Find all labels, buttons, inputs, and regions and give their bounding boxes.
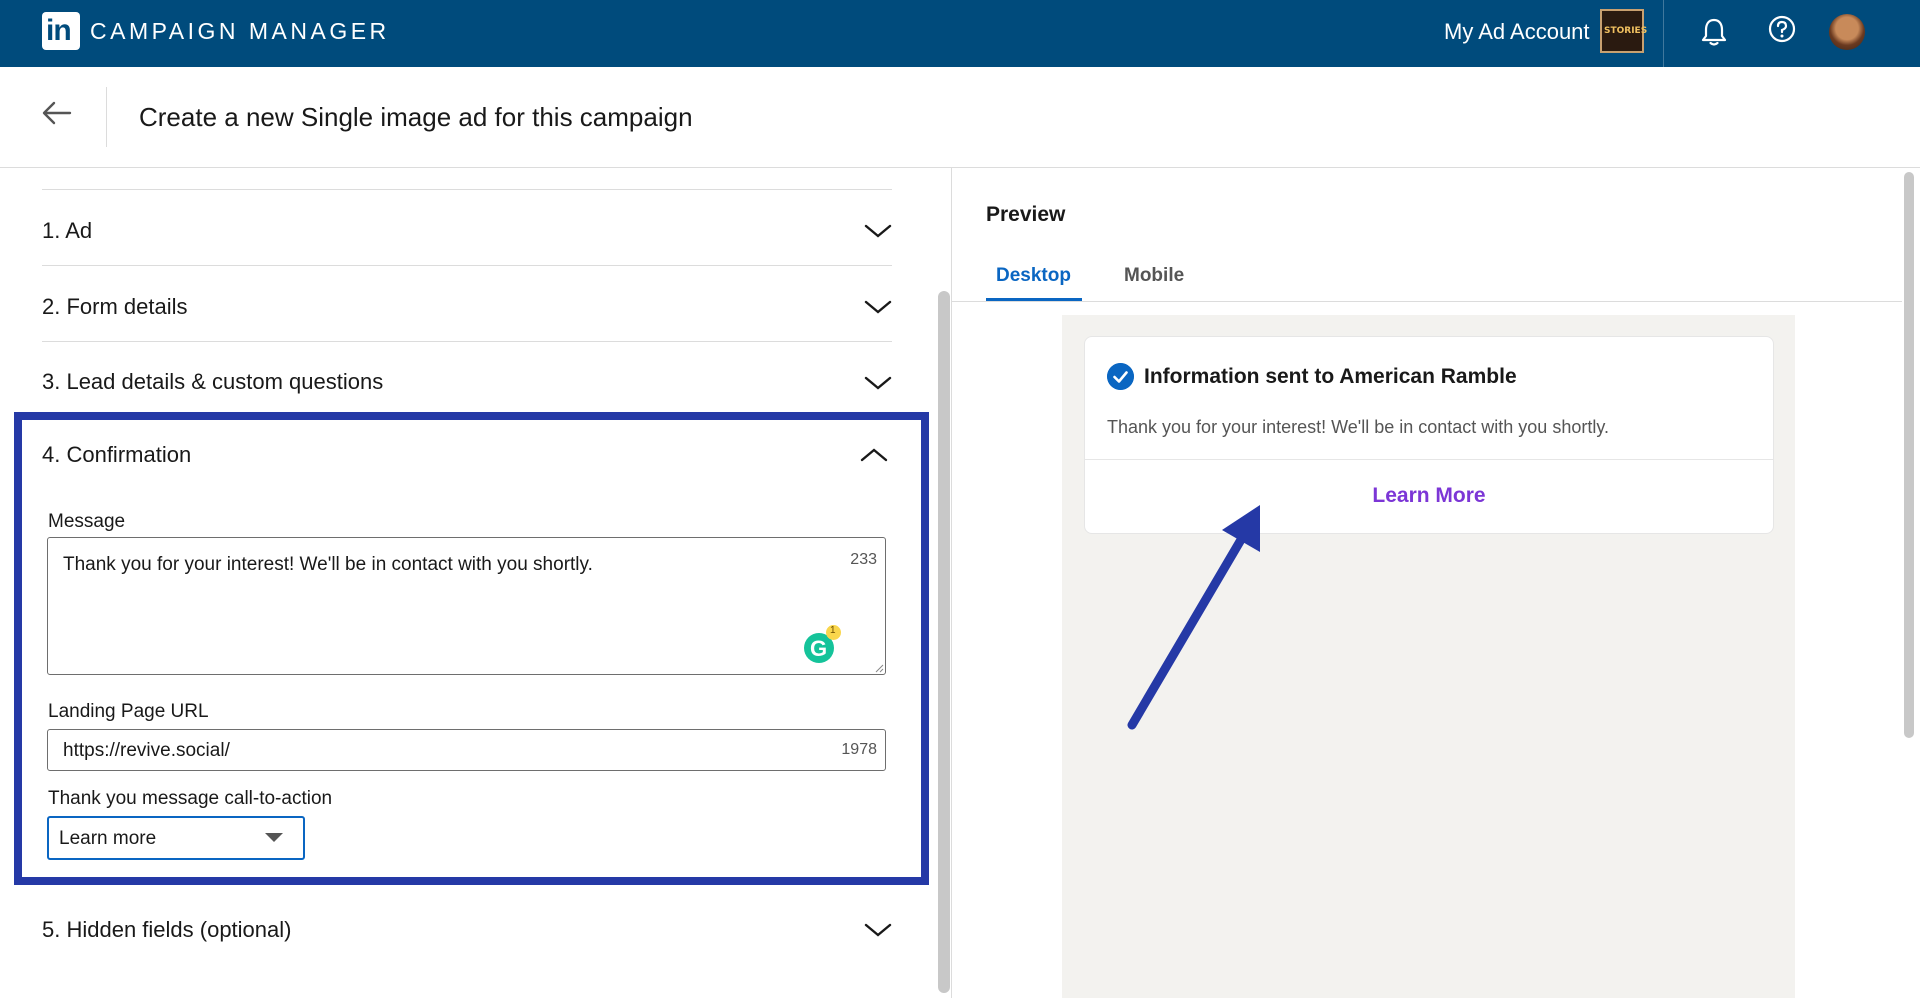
chevron-down-icon[interactable] bbox=[864, 298, 892, 316]
section-ad[interactable]: 1. Ad bbox=[42, 189, 892, 265]
message-textarea[interactable]: Thank you for your interest! We'll be in… bbox=[47, 537, 886, 675]
chevron-down-icon[interactable] bbox=[864, 921, 892, 939]
message-char-counter: 233 bbox=[850, 551, 877, 568]
section-lead-details-label: 3. Lead details & custom questions bbox=[42, 369, 384, 394]
page-header: Create a new Single image ad for this ca… bbox=[0, 67, 1920, 168]
header-divider bbox=[106, 87, 107, 147]
preview-card-message: Thank you for your interest! We'll be in… bbox=[1107, 417, 1609, 437]
topbar-divider bbox=[1663, 0, 1664, 67]
user-avatar[interactable] bbox=[1829, 14, 1865, 50]
section-confirmation-label[interactable]: 4. Confirmation bbox=[42, 441, 191, 469]
section-hidden-fields-label: 5. Hidden fields (optional) bbox=[42, 917, 292, 942]
ad-account-label[interactable]: My Ad Account bbox=[1444, 18, 1590, 46]
preview-card-divider bbox=[1085, 459, 1773, 460]
bell-icon[interactable] bbox=[1697, 15, 1731, 49]
section-lead-details[interactable]: 3. Lead details & custom questions bbox=[42, 341, 892, 417]
help-icon[interactable] bbox=[1765, 15, 1799, 49]
tab-mobile[interactable]: Mobile bbox=[1124, 264, 1184, 288]
tabs-divider bbox=[952, 301, 1902, 302]
landing-page-url-value: https://revive.social/ bbox=[63, 740, 230, 761]
grammarly-badge: 1 bbox=[826, 625, 841, 640]
cta-select[interactable]: Learn more bbox=[47, 816, 305, 860]
tab-desktop[interactable]: Desktop bbox=[996, 264, 1071, 288]
chevron-down-icon[interactable] bbox=[864, 374, 892, 392]
section-hidden-fields[interactable]: 5. Hidden fields (optional) bbox=[42, 889, 892, 965]
section-form-details[interactable]: 2. Form details bbox=[42, 265, 892, 341]
resize-handle-icon[interactable] bbox=[874, 663, 884, 673]
chevron-up-icon[interactable] bbox=[860, 446, 888, 464]
right-scrollbar[interactable] bbox=[1904, 172, 1914, 738]
annotation-arrow-icon bbox=[1127, 505, 1260, 730]
message-text: Thank you for your interest! We'll be in… bbox=[63, 554, 593, 575]
left-scrollbar[interactable] bbox=[938, 291, 950, 993]
chevron-down-icon[interactable] bbox=[864, 222, 892, 240]
section-ad-label: 1. Ad bbox=[42, 218, 93, 243]
url-char-counter: 1978 bbox=[841, 741, 877, 758]
landing-page-url-label: Landing Page URL bbox=[48, 701, 209, 722]
ad-account-avatar[interactable]: STORIES bbox=[1600, 9, 1647, 53]
landing-page-url-input[interactable]: https://revive.social/ 1978 bbox=[47, 729, 886, 771]
cta-label: Thank you message call-to-action bbox=[48, 788, 333, 809]
dropdown-caret-icon bbox=[265, 833, 283, 842]
check-circle-icon bbox=[1107, 363, 1134, 390]
linkedin-logo[interactable]: in bbox=[42, 12, 80, 50]
preview-card-heading: Information sent to American Ramble bbox=[1144, 365, 1517, 388]
top-navigation-bar: in CAMPAIGN MANAGER My Ad Account STORIE… bbox=[0, 0, 1920, 67]
app-title: CAMPAIGN MANAGER bbox=[90, 18, 390, 44]
message-label: Message bbox=[48, 511, 126, 532]
page-title: Create a new Single image ad for this ca… bbox=[139, 102, 693, 132]
back-arrow-icon[interactable] bbox=[40, 96, 74, 130]
preview-title: Preview bbox=[986, 203, 1066, 226]
section-form-details-label: 2. Form details bbox=[42, 294, 188, 319]
cta-selected-value: Learn more bbox=[59, 828, 157, 849]
